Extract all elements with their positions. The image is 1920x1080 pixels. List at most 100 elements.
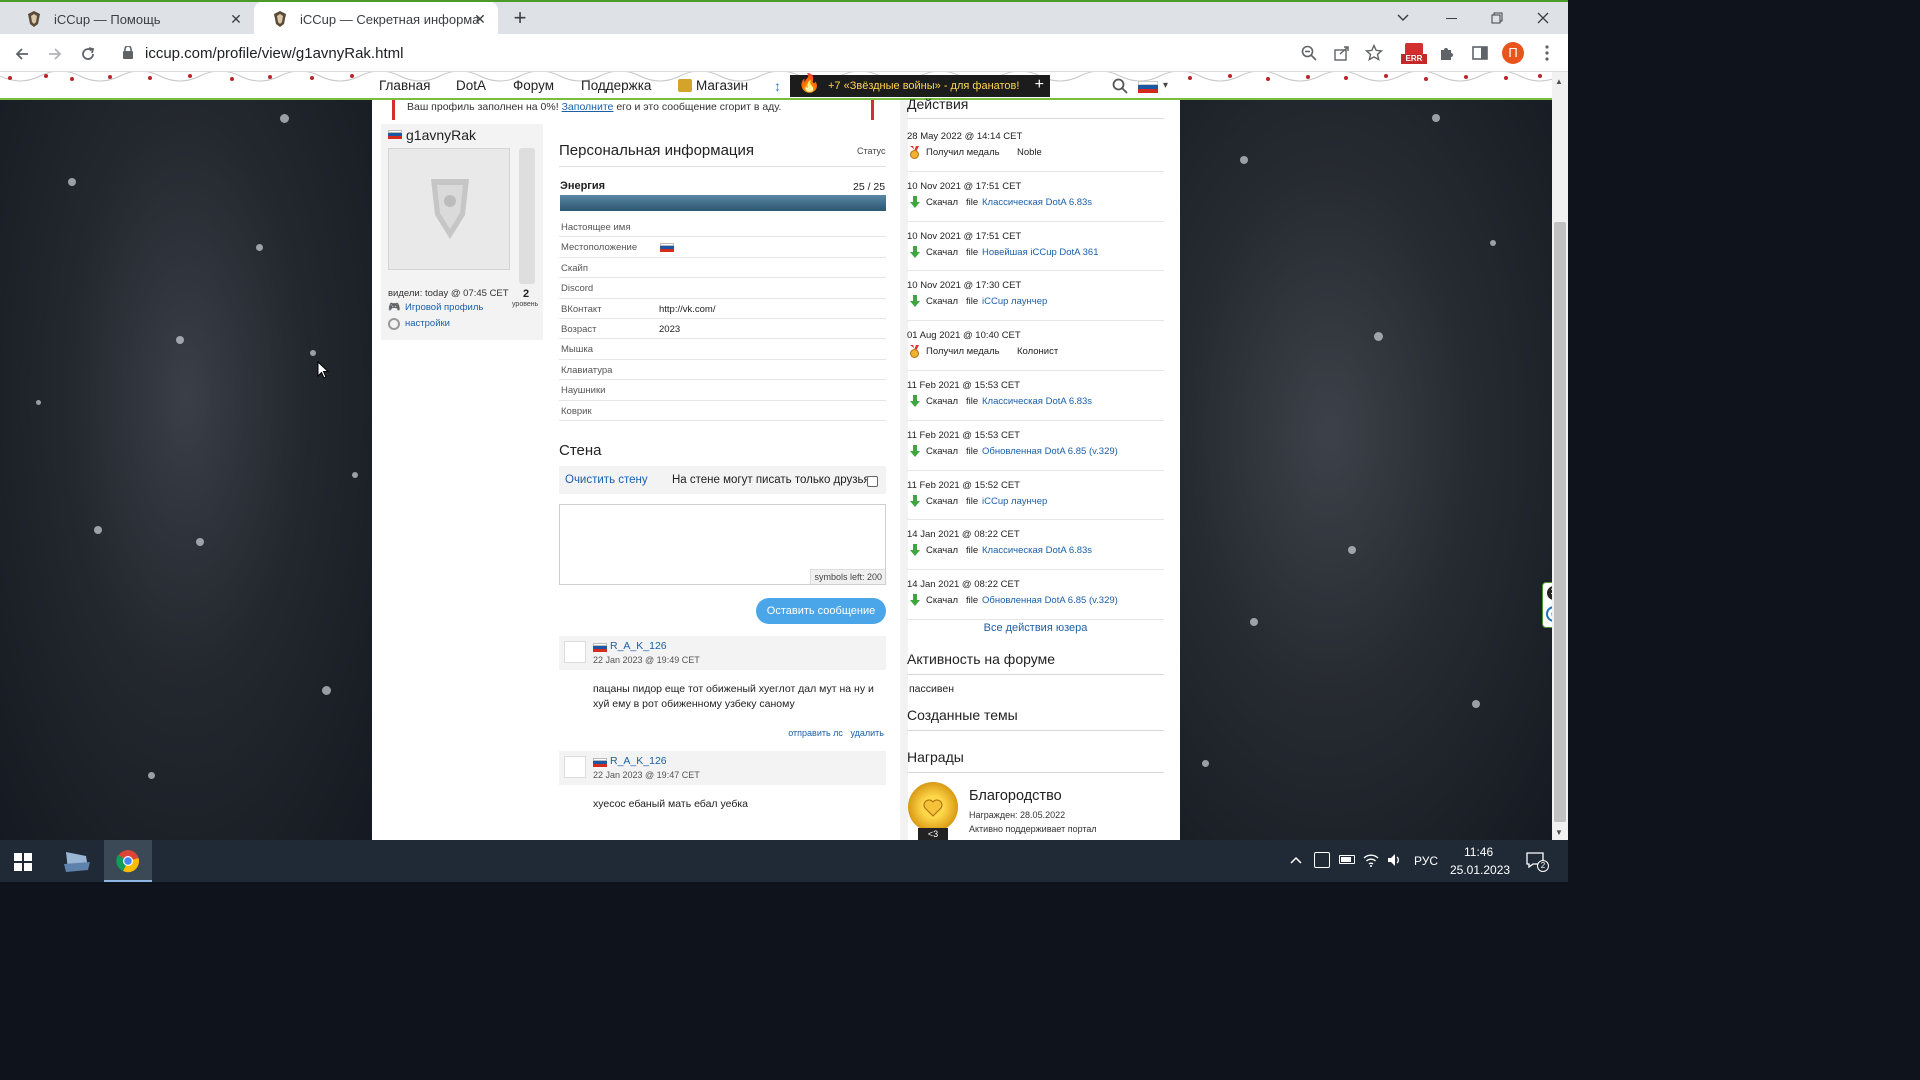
notification-count: 2 [1537, 860, 1549, 872]
level-bar [519, 148, 535, 284]
wall-textarea[interactable]: symbols left: 200 [559, 504, 886, 585]
tray-chevron-up-icon[interactable] [1290, 853, 1302, 867]
game-profile-link[interactable]: Игровой профиль [405, 302, 483, 313]
scroll-down-icon[interactable]: ▼ [1555, 828, 1563, 837]
symbols-left: symbols left: 200 [810, 569, 885, 584]
extension-err-icon[interactable]: ERR [1401, 40, 1427, 66]
windows-start-icon[interactable] [14, 853, 32, 876]
background-art-left [0, 100, 372, 840]
info-row: Коврик [559, 401, 886, 421]
friends-only-label: На стене могут писать только друзья [672, 474, 870, 486]
created-topics-title: Созданные темы [907, 707, 1018, 723]
action-verb: Получил медаль [926, 147, 1000, 158]
tab-secret-info[interactable]: iCCup — Секретная информаци ✕ [254, 2, 498, 36]
fire-icon: 🔥 [798, 73, 821, 93]
minimize-button[interactable] [1428, 2, 1474, 34]
friends-only-checkbox[interactable] [867, 476, 878, 487]
clock-time[interactable]: 11:46 [1464, 845, 1493, 859]
new-tab-button[interactable]: + [508, 7, 532, 31]
action-verb: Скачал [926, 595, 959, 607]
lang-chevron-down-icon[interactable]: ▾ [1163, 80, 1168, 91]
tab-title: iCCup — Секретная информаци [300, 11, 480, 27]
post-date: 22 Jan 2023 @ 19:49 CET [593, 655, 700, 665]
restore-button[interactable] [1474, 2, 1520, 34]
file-link[interactable]: Обновленная DotA 6.85 (v.329) [982, 595, 1118, 606]
tab-help[interactable]: iCCup — Помощь ✕ [8, 2, 254, 36]
clock-date[interactable]: 25.01.2023 [1450, 863, 1510, 877]
clear-wall-link[interactable]: Очистить стену [565, 474, 648, 486]
arrows-updown-icon[interactable]: ↕ [774, 78, 781, 94]
ru-flag-icon [388, 130, 402, 139]
profile-avatar[interactable]: П [1500, 40, 1526, 66]
volume-icon[interactable] [1386, 852, 1402, 871]
address-bar: iccup.com/profile/view/g1avnyRak.html ER… [0, 34, 1568, 72]
wall-posts: R_A_K_126 22 Jan 2023 @ 19:49 CET пацаны п… [559, 636, 886, 840]
reload-button[interactable] [74, 40, 102, 68]
zoom-icon[interactable] [1296, 40, 1322, 66]
action-date: 10 Nov 2021 @ 17:30 CET [907, 280, 1022, 292]
all-actions-link[interactable]: Все действия юзера [907, 622, 1164, 634]
close-window-button[interactable] [1520, 2, 1566, 34]
action-date: 11 Feb 2021 @ 15:52 CET [907, 479, 1020, 491]
content-area: Ваш профиль заполнен на 0%! Заполните ег… [372, 96, 1180, 840]
info-label: Discord [561, 283, 594, 295]
promo-banner[interactable]: 🔥 +7 «Звёздные войны» - для фанатов! + [790, 73, 1050, 97]
tab-search-icon[interactable] [1380, 2, 1426, 34]
file-link[interactable]: Обновленная DotA 6.85 (v.329) [982, 446, 1118, 457]
file-link[interactable]: Классическая DotA 6.83s [982, 197, 1092, 208]
taskbar-chrome-button[interactable] [104, 840, 152, 882]
ru-flag-icon[interactable] [1138, 81, 1158, 93]
notifications-icon[interactable]: 2 [1526, 852, 1549, 872]
language-indicator[interactable]: РУС [1414, 854, 1438, 868]
file-label: file [966, 595, 979, 607]
nav-forum[interactable]: Форум [513, 78, 554, 93]
side-panel-icon[interactable] [1467, 40, 1493, 66]
post-author-link[interactable]: R_A_K_126 [610, 755, 667, 767]
nav-main[interactable]: Главная [379, 78, 430, 93]
file-link[interactable]: iCCup лаунчер [982, 496, 1047, 507]
info-label: Наушники [561, 385, 606, 397]
post-header: R_A_K_126 22 Jan 2023 @ 19:49 CET [559, 636, 886, 670]
forward-button[interactable] [41, 40, 69, 68]
lock-icon[interactable] [123, 45, 133, 64]
chrome-menu-icon[interactable] [1534, 40, 1560, 66]
share-icon[interactable] [1329, 40, 1355, 66]
scrollbar-thumb[interactable] [1554, 222, 1566, 822]
info-label: Возраст [561, 323, 597, 335]
close-tab-icon[interactable]: ✕ [472, 11, 488, 27]
post-avatar [564, 756, 586, 778]
send-pm-link[interactable]: отправить лс [788, 728, 843, 738]
leave-message-button[interactable]: Оставить сообщение [756, 598, 886, 624]
side-widget[interactable]: ✕ e [1542, 582, 1552, 628]
action-item: 10 Nov 2021 @ 17:51 CET Скачал file Классич… [907, 172, 1164, 222]
settings-link[interactable]: настройки [405, 318, 450, 329]
action-date: 14 Jan 2021 @ 08:22 CET [907, 529, 1020, 541]
site-search-icon[interactable] [1112, 78, 1128, 99]
scroll-up-icon[interactable]: ▲ [1555, 77, 1563, 86]
info-row: Клавиатура [559, 360, 886, 381]
nav-shop[interactable]: Магазин [696, 78, 748, 93]
bookmark-star-icon[interactable] [1361, 40, 1387, 66]
delete-post-link[interactable]: удалить [850, 728, 884, 738]
omnibox[interactable]: iccup.com/profile/view/g1avnyRak.html [112, 38, 1392, 68]
file-link[interactable]: Новейшая iCCup DotA 361 [982, 247, 1099, 258]
meet-now-icon[interactable] [1314, 852, 1330, 868]
action-verb: Скачал [926, 196, 959, 208]
post-author-link[interactable]: R_A_K_126 [610, 640, 667, 652]
file-link[interactable]: iCCup лаунчер [982, 296, 1047, 307]
battery-icon[interactable] [1339, 855, 1355, 864]
forum-activity-value: пассивен [909, 683, 954, 695]
file-link[interactable]: Классическая DotA 6.83s [982, 545, 1092, 556]
nav-support[interactable]: Поддержка [581, 78, 651, 93]
action-item: 11 Feb 2021 @ 15:53 CET Скачал file Обновле… [907, 421, 1164, 471]
close-tab-icon[interactable]: ✕ [228, 11, 244, 27]
windows-taskbar: РУС 11:46 25.01.2023 2 [0, 840, 1568, 882]
back-button[interactable] [8, 40, 36, 68]
wifi-icon[interactable] [1363, 852, 1379, 871]
nav-dota[interactable]: DotA [456, 78, 486, 93]
fill-profile-link[interactable]: Заполните [562, 101, 614, 113]
taskbar-app-icon[interactable] [60, 848, 94, 874]
extensions-puzzle-icon[interactable] [1434, 40, 1460, 66]
file-link[interactable]: Классическая DotA 6.83s [982, 396, 1092, 407]
energy-label: Энергия [560, 180, 606, 192]
